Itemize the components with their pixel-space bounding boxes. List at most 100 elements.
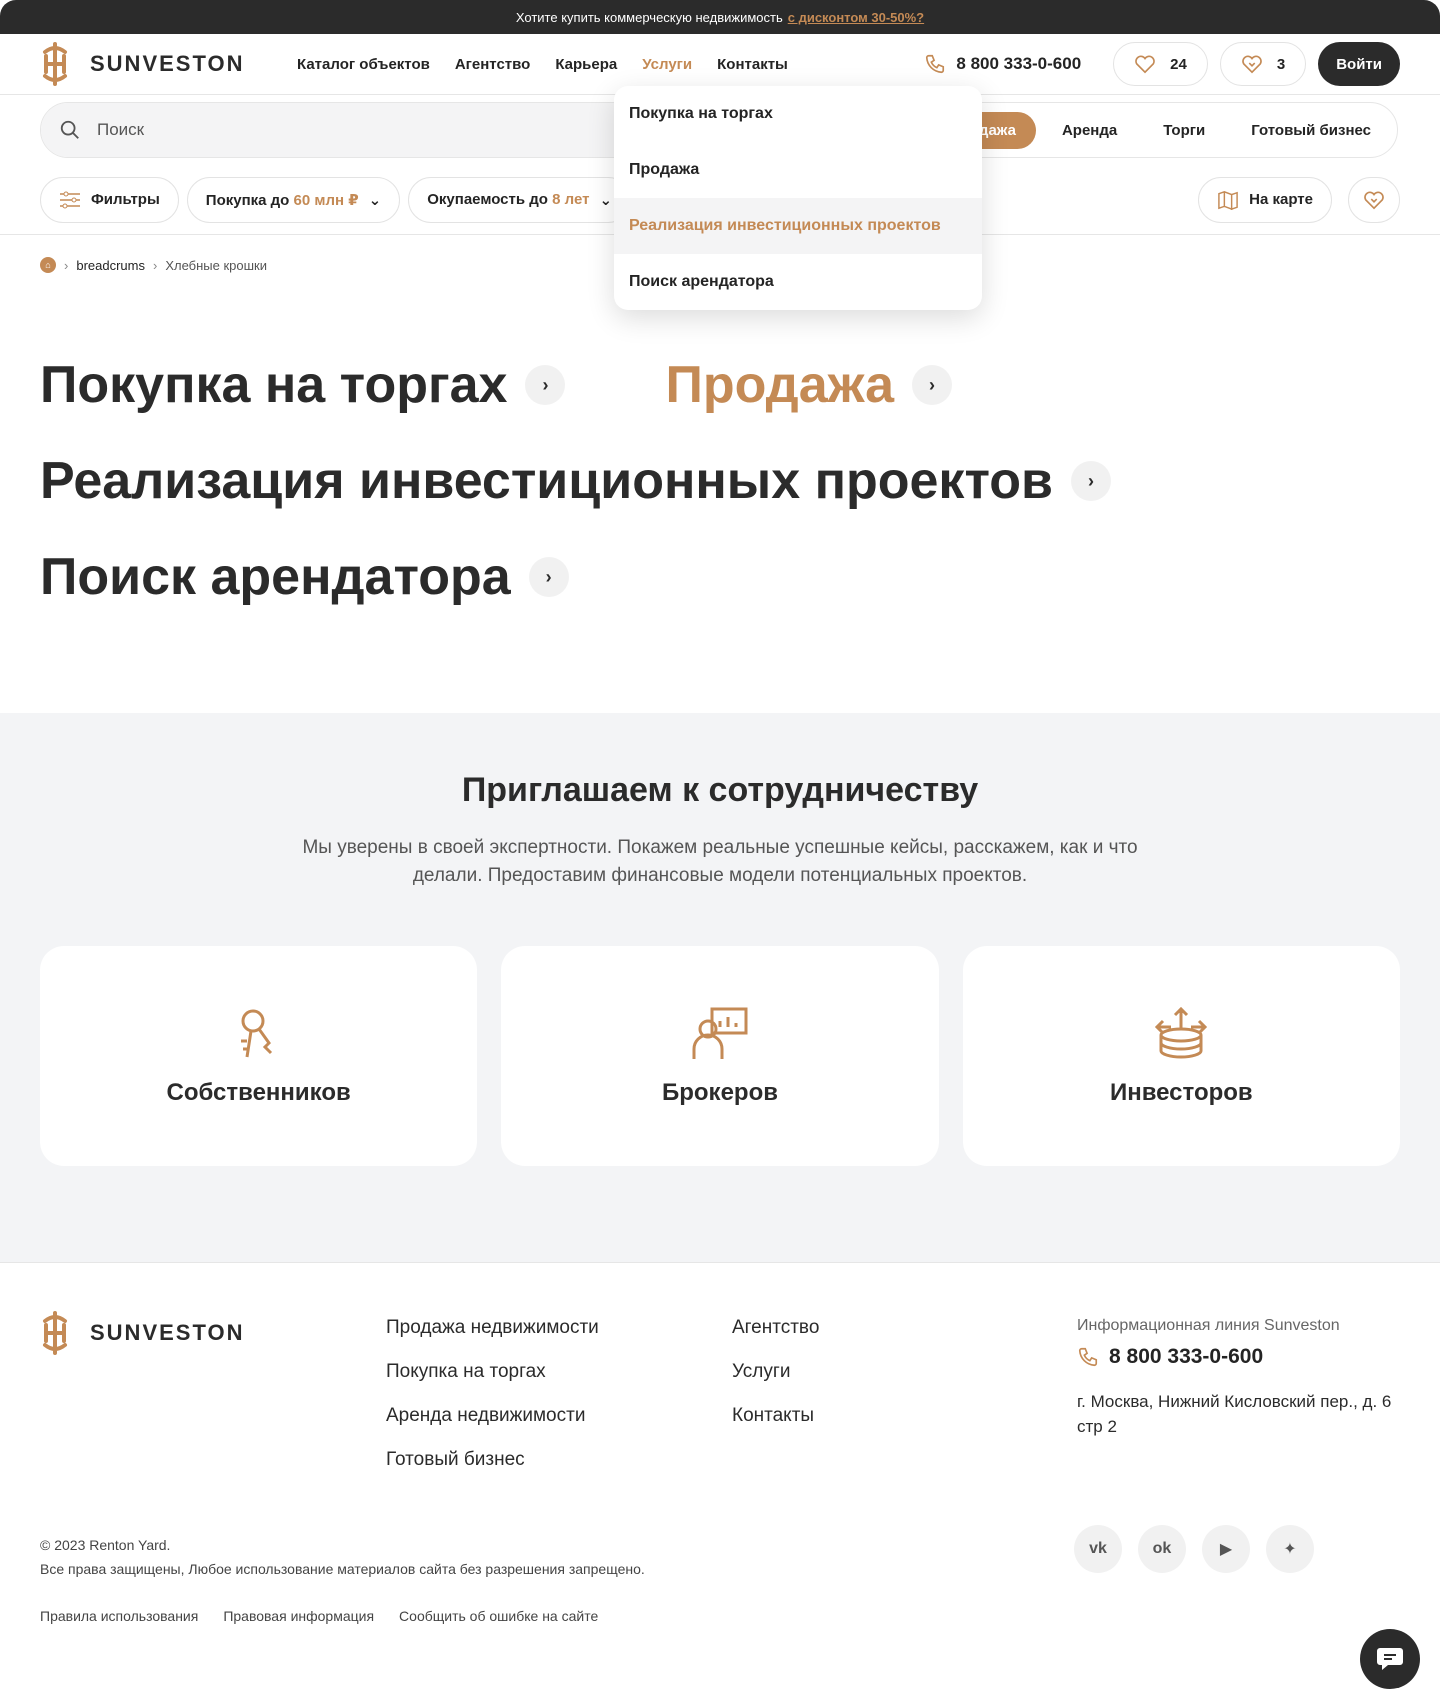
nav-catalog[interactable]: Каталог объектов (297, 56, 430, 73)
filters-button[interactable]: Фильтры (40, 176, 179, 223)
favorites-button[interactable]: 24 (1113, 42, 1208, 86)
dropdown-item-tenant-search[interactable]: Поиск арендатора (614, 254, 982, 310)
nav-career[interactable]: Карьера (555, 56, 617, 73)
footer-columns: SUNVESTON Продажа недвижимости Покупка н… (40, 1311, 1400, 1471)
breadcrumb-current: Хлебные крошки (165, 257, 268, 273)
deal-type-tabs: Продажа Аренда Торги Готовый бизнес (930, 111, 1391, 149)
services-row: Реализация инвестиционных проектов › (40, 433, 1400, 529)
service-tenant-search[interactable]: Поиск арендатора › (40, 547, 569, 607)
services-dropdown: Покупка на торгах Продажа Реализация инв… (614, 86, 982, 310)
chevron-down-icon: ⌄ (599, 191, 613, 209)
card-label: Инвесторов (1109, 1079, 1253, 1106)
services-row: Покупка на торгах › Продажа › (40, 337, 1400, 433)
breadcrumb-item[interactable]: breadcrums (76, 258, 145, 273)
tab-auctions[interactable]: Торги (1143, 112, 1225, 149)
cooperation-title: Приглашаем к сотрудничеству (461, 771, 979, 809)
heart-compare-icon (1242, 55, 1262, 74)
chevron-right-icon: › (1070, 461, 1111, 501)
zen-icon[interactable]: ✦ (1266, 1525, 1314, 1573)
legal-link-legal-info[interactable]: Правовая информация (223, 1608, 374, 1624)
favorites-count: 24 (1170, 55, 1187, 73)
phone-icon (926, 54, 945, 74)
filters-label: Фильтры (91, 191, 160, 208)
footer-links-company: Агентство Услуги Контакты (732, 1317, 1077, 1471)
service-label: Покупка на торгах (40, 356, 508, 414)
owner-keys-icon (240, 1009, 272, 1058)
dropdown-item-sale[interactable]: Продажа (614, 142, 982, 198)
footer-links-services: Продажа недвижимости Покупка на торгах А… (386, 1317, 732, 1471)
footer-link[interactable]: Услуги (732, 1361, 1077, 1383)
service-investment[interactable]: Реализация инвестиционных проектов › (40, 451, 1111, 511)
card-investors[interactable]: Инвесторов (962, 946, 1400, 1166)
services-row: Поиск арендатора › (40, 529, 1400, 625)
footer-brand-name: SUNVESTON (90, 1320, 245, 1345)
chat-icon (1377, 1648, 1403, 1670)
cooperation-text: Мы уверены в своей экспертности. Покажем… (302, 837, 1138, 886)
price-value: 60 млн ₽ (293, 191, 359, 209)
chat-button[interactable] (1360, 1629, 1420, 1689)
service-label: Продажа (665, 356, 895, 414)
login-button[interactable]: Войти (1318, 42, 1400, 86)
copyright: © 2023 Renton Yard. (40, 1537, 171, 1553)
promo-bar: Хотите купить коммерческую недвижимость … (0, 0, 1440, 34)
tab-ready-business[interactable]: Готовый бизнес (1231, 112, 1391, 149)
logo[interactable]: SUNVESTON (40, 42, 297, 86)
footer-link[interactable]: Продажа недвижимости (386, 1317, 732, 1339)
youtube-icon[interactable]: ▶ (1202, 1525, 1250, 1573)
cooperation-section: Приглашаем к сотрудничеству Мы уверены в… (0, 713, 1440, 1263)
info-line-label: Информационная линия Sunveston (1077, 1317, 1340, 1334)
service-auctions[interactable]: Покупка на торгах › (40, 355, 566, 415)
dropdown-item-investment[interactable]: Реализация инвестиционных проектов (614, 198, 982, 254)
footer-link[interactable]: Аренда недвижимости (386, 1405, 732, 1427)
tab-rent[interactable]: Аренда (1042, 112, 1137, 149)
service-label: Реализация инвестиционных проектов (40, 452, 1053, 510)
footer-link[interactable]: Контакты (732, 1405, 1077, 1427)
footer-link[interactable]: Покупка на торгах (386, 1361, 732, 1383)
cooperation-cards: Собственников Брокеров Инвесторов (0, 946, 1440, 1166)
service-sale[interactable]: Продажа › (665, 355, 953, 415)
investor-coins-icon (1155, 1006, 1208, 1059)
promo-link[interactable]: с дисконтом 30-50%? (788, 10, 924, 25)
dropdown-item-auctions[interactable]: Покупка на торгах (614, 86, 982, 142)
footer-link[interactable]: Агентство (732, 1317, 1077, 1339)
site-footer: SUNVESTON Продажа недвижимости Покупка н… (0, 1263, 1440, 1668)
nav-services[interactable]: Услуги (642, 56, 692, 73)
chevron-right-icon: › (525, 365, 566, 405)
card-brokers[interactable]: Брокеров (501, 946, 939, 1166)
sliders-icon (60, 191, 80, 208)
heart-compare-icon (1364, 191, 1384, 209)
chevron-right-icon: › (152, 257, 158, 273)
footer-logo[interactable]: SUNVESTON (40, 1311, 386, 1355)
saved-compare-button[interactable] (1348, 176, 1400, 223)
copyright-block: © 2023 Renton Yard. Все права защищены, … (40, 1533, 645, 1581)
vk-icon[interactable]: vk (1074, 1525, 1122, 1573)
home-icon[interactable]: ⌂ (40, 257, 56, 273)
search-placeholder: Поиск (97, 120, 145, 139)
payback-prefix: Окупаемость до (427, 191, 548, 208)
filter-right-actions: На карте (1198, 176, 1400, 223)
header-phone-number: 8 800 333-0-600 (956, 54, 1082, 73)
payback-filter[interactable]: Окупаемость до 8 лет ⌄ (408, 176, 632, 223)
card-owners[interactable]: Собственников (40, 946, 478, 1166)
logo-icon (43, 42, 67, 86)
footer-phone[interactable]: 8 800 333-0-600 (1077, 1345, 1397, 1369)
odnoklassniki-icon[interactable]: ok (1138, 1525, 1186, 1573)
footer-link[interactable]: Готовый бизнес (386, 1449, 732, 1471)
legal-link-report-error[interactable]: Сообщить об ошибке на сайте (399, 1608, 598, 1624)
phone-icon (1078, 1347, 1098, 1367)
chevron-right-icon: › (64, 257, 69, 273)
chevron-down-icon: ⌄ (368, 191, 382, 209)
search-icon (60, 120, 79, 139)
compare-button[interactable]: 3 (1219, 42, 1307, 86)
legal-link-terms[interactable]: Правила использования (40, 1608, 198, 1624)
map-button[interactable]: На карте (1198, 176, 1332, 223)
header-phone[interactable]: 8 800 333-0-600 (924, 53, 1081, 75)
chevron-right-icon: › (912, 365, 953, 405)
nav-agency[interactable]: Агентство (455, 56, 531, 73)
nav-contacts[interactable]: Контакты (717, 56, 788, 73)
price-prefix: Покупка до (205, 191, 290, 209)
rights-notice: Все права защищены, Любое использование … (40, 1561, 645, 1577)
compare-count: 3 (1276, 55, 1286, 73)
price-filter[interactable]: Покупка до 60 млн ₽ ⌄ (186, 176, 401, 223)
map-label: На карте (1249, 191, 1313, 208)
